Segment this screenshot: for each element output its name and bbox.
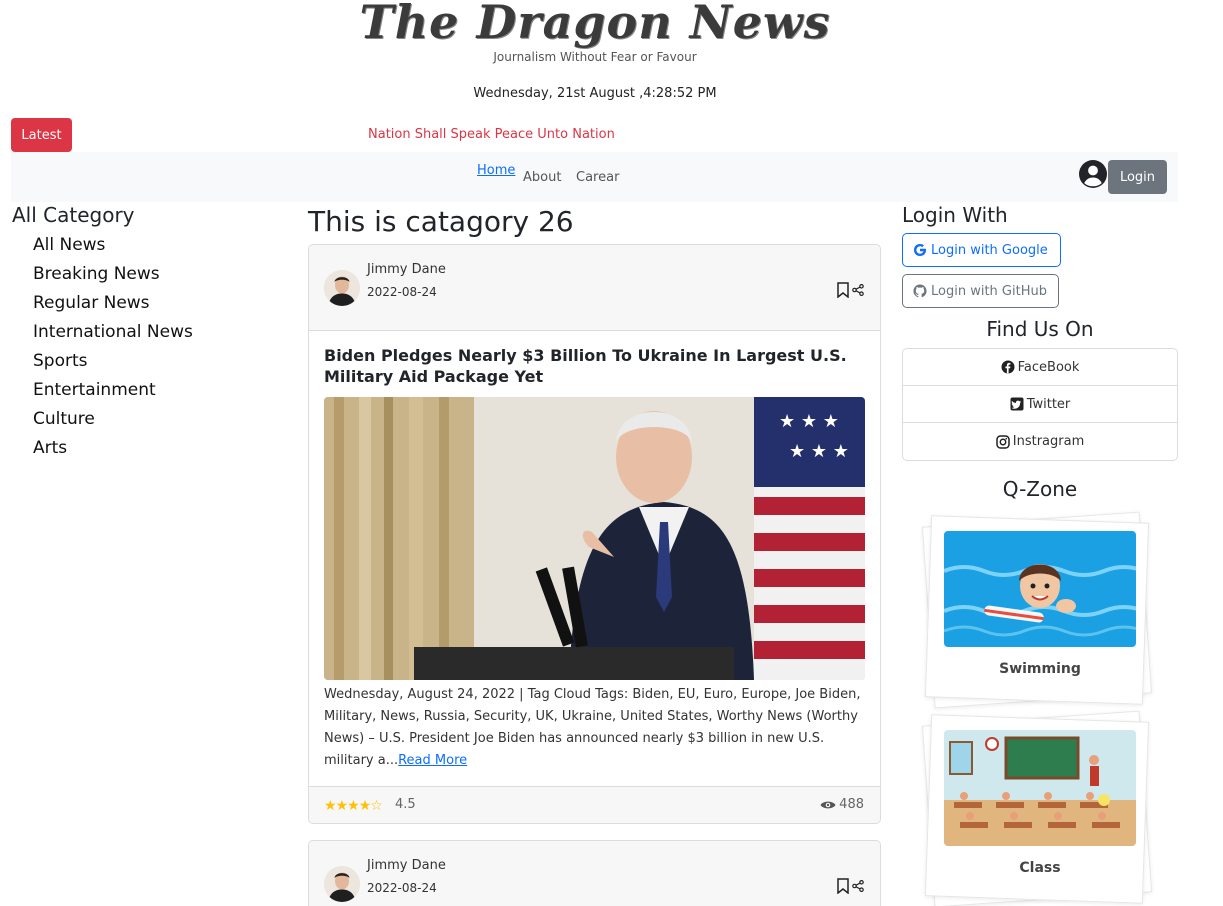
category-item[interactable]: Regular News	[12, 289, 292, 318]
category-item[interactable]: All News	[12, 231, 292, 260]
right-sidebar: Login With Login with Google Login with …	[902, 203, 1178, 906]
card-header: Jimmy Dane 2022-08-24	[309, 245, 880, 331]
news-title[interactable]: Biden Pledges Nearly $3 Billion To Ukrai…	[324, 345, 865, 387]
category-item[interactable]: Arts	[12, 434, 292, 463]
user-circle-icon[interactable]	[1079, 160, 1107, 188]
bookmark-icon[interactable]	[836, 878, 850, 894]
card-body: Biden Pledges Nearly $3 Billion To Ukrai…	[309, 331, 880, 772]
category-item[interactable]: Sports	[12, 347, 292, 376]
card-header: Jimmy Dane 2022-08-24	[309, 841, 880, 906]
social-instagram-link[interactable]: Instragram	[903, 423, 1177, 460]
category-item[interactable]: Culture	[12, 405, 292, 434]
google-icon	[914, 244, 926, 256]
social-facebook-label: FaceBook	[1017, 359, 1080, 375]
qzone-label: Class	[1019, 860, 1061, 876]
star-icon: ★	[347, 798, 360, 814]
news-card: Jimmy Dane 2022-08-24 Biden Pledges Near…	[308, 244, 881, 824]
login-google-button[interactable]: Login with Google	[902, 233, 1061, 267]
card-footer: ★★★★☆ 4.5 488	[309, 786, 880, 823]
social-instagram-label: Instragram	[1012, 434, 1085, 449]
login-button[interactable]: Login	[1108, 160, 1167, 194]
site-logo[interactable]: The Dragon News	[340, 0, 850, 52]
author-avatar	[324, 866, 360, 902]
twitter-icon	[1010, 397, 1024, 411]
login-github-button[interactable]: Login with GitHub	[902, 274, 1059, 308]
facebook-icon	[1001, 360, 1015, 374]
category-title: All Category	[12, 203, 135, 227]
navbar: Home About Carear Login	[11, 152, 1178, 202]
star-icon: ★	[335, 798, 349, 814]
login-github-label: Login with GitHub	[931, 283, 1047, 299]
author-name: Jimmy Dane	[367, 858, 446, 873]
latest-button[interactable]: Latest	[11, 118, 72, 152]
swimming-illustration	[944, 531, 1136, 647]
star-icon: ★	[324, 798, 337, 814]
login-with-title: Login With	[902, 203, 1008, 227]
star-half-icon: ☆	[370, 798, 383, 814]
share-icon[interactable]	[852, 284, 864, 296]
rating-stars: ★★★★☆	[324, 798, 383, 814]
bookmark-icon[interactable]	[836, 282, 850, 298]
author-avatar	[324, 270, 360, 306]
qzone-card-swimming[interactable]: Swimming	[921, 511, 1153, 709]
category-heading: This is catagory 26	[308, 205, 574, 238]
svg-text:★ ★ ★: ★ ★ ★	[779, 411, 839, 432]
find-us-title: Find Us On	[986, 317, 1094, 341]
star-icon: ★	[358, 798, 372, 814]
view-count: 488	[820, 797, 864, 812]
view-count-value: 488	[839, 797, 864, 812]
news-excerpt: Wednesday, August 24, 2022 | Tag Cloud T…	[324, 684, 865, 772]
publish-date: 2022-08-24	[367, 881, 437, 895]
qzone-label: Swimming	[999, 661, 1081, 677]
qzone-title: Q-Zone	[1002, 477, 1078, 501]
news-card: Jimmy Dane 2022-08-24	[308, 840, 881, 906]
login-google-label: Login with Google	[931, 242, 1048, 258]
share-icon[interactable]	[852, 880, 864, 892]
card-actions	[836, 878, 864, 894]
category-item[interactable]: Breaking News	[12, 260, 292, 289]
news-feed: This is catagory 26 Jimmy Dane 2022-08-2…	[308, 203, 881, 906]
qzone-card-class[interactable]: Class	[921, 710, 1153, 906]
social-links: FaceBook Twitter Instragram	[902, 348, 1178, 461]
eye-icon	[820, 801, 836, 808]
social-twitter-label: Twitter	[1026, 396, 1071, 412]
category-sidebar: All Category All News Breaking News Regu…	[12, 203, 292, 463]
current-date: Wednesday, 21st August ,4:28:52 PM	[473, 86, 717, 101]
svg-text:★ ★ ★: ★ ★ ★	[789, 441, 849, 462]
category-item[interactable]: Entertainment	[12, 376, 292, 405]
social-facebook-link[interactable]: FaceBook	[903, 349, 1177, 386]
classroom-illustration	[944, 730, 1136, 846]
news-ticker: Nation Shall Speak Peace Unto Nation	[368, 127, 615, 142]
read-more-link[interactable]: Read More	[398, 753, 467, 768]
instagram-icon	[996, 434, 1010, 449]
social-twitter-link[interactable]: Twitter	[903, 386, 1177, 423]
category-list: All News Breaking News Regular News Inte…	[12, 231, 292, 463]
site-tagline: Journalism Without Fear or Favour	[493, 50, 697, 64]
news-thumbnail: ★ ★ ★ ★ ★ ★	[324, 397, 865, 680]
card-actions	[836, 282, 864, 298]
github-icon	[913, 284, 927, 298]
nav-home-link[interactable]: Home	[477, 163, 515, 178]
rating-value: 4.5	[395, 797, 416, 812]
nav-about-link[interactable]: About	[523, 170, 561, 185]
author-name: Jimmy Dane	[367, 262, 446, 277]
category-item[interactable]: International News	[12, 318, 292, 347]
nav-career-link[interactable]: Carear	[576, 170, 619, 185]
publish-date: 2022-08-24	[367, 285, 437, 299]
